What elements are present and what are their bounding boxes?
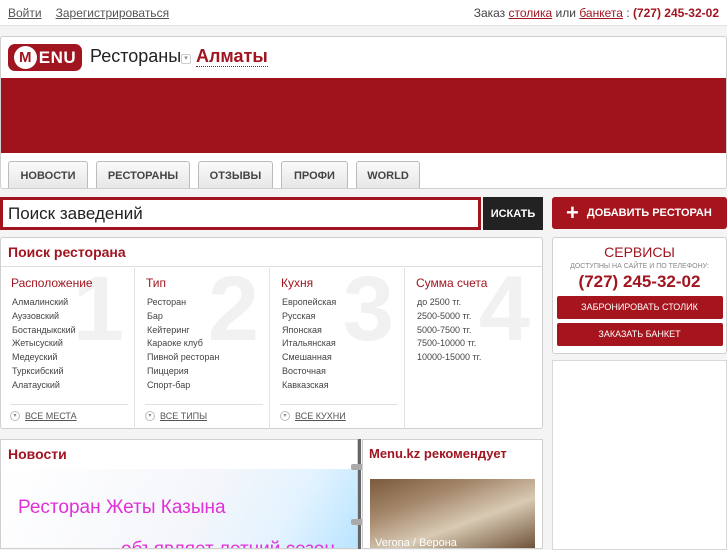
order-banquet-button[interactable]: ЗАКАЗАТЬ БАНКЕТ [556, 323, 723, 346]
topbar-phone: (727) 245-32-02 [632, 6, 719, 20]
list-item[interactable]: Японская [282, 324, 336, 338]
all-link-label: ВСЕ МЕСТА [25, 411, 77, 421]
list-item[interactable]: Русская [282, 310, 336, 324]
search-input[interactable]: Поиск заведений [0, 197, 481, 230]
list-item[interactable]: Кавказская [282, 379, 336, 393]
all-types-link[interactable]: ▾ ВСЕ ТИПЫ [145, 404, 263, 421]
order-colon: : [626, 6, 630, 20]
filter-location: 1 Расположение Алмалинский Ауэзовский Бо… [1, 268, 135, 429]
list-item[interactable]: Ресторан [147, 296, 219, 310]
main-nav-tabs: НОВОСТИ РЕСТОРАНЫ ОТЗЫВЫ ПРОФИ WORLD [8, 161, 420, 188]
city-selector[interactable]: Алматы [196, 46, 268, 67]
list-item[interactable]: Караоке клуб [147, 337, 219, 351]
list-item[interactable]: Бостандыкский [12, 324, 76, 338]
recommend-panel: Menu.kz рекомендует Verona / Верона [362, 439, 543, 549]
list-item[interactable]: Алмалинский [12, 296, 76, 310]
column-title: Кухня [281, 276, 314, 290]
order-text: Заказ [473, 6, 506, 20]
tab-news[interactable]: НОВОСТИ [8, 161, 88, 188]
add-restaurant-label: ДОБАВИТЬ РЕСТОРАН [586, 207, 712, 219]
slider-handle[interactable] [358, 439, 361, 549]
page-title: Рестораны [90, 46, 182, 66]
list-item[interactable]: Спорт-бар [147, 379, 219, 393]
chevron-down-icon[interactable]: ▾ [181, 54, 191, 64]
all-link-label: ВСЕ КУХНИ [295, 411, 346, 421]
news-image[interactable]: Ресторан Жеты Казына объявляет летний се… [1, 469, 357, 548]
plus-icon: + [566, 200, 579, 225]
order-table-link[interactable]: столика [509, 6, 553, 20]
tab-restaurants[interactable]: РЕСТОРАНЫ [96, 161, 190, 188]
top-bar: Войти Зарегистрироваться Заказ столика и… [0, 0, 727, 26]
recommend-title: Menu.kz рекомендует [369, 446, 507, 461]
list-item[interactable]: Жетысуский [12, 337, 76, 351]
all-link-label: ВСЕ ТИПЫ [160, 411, 208, 421]
list-item[interactable]: до 2500 тг. [417, 296, 481, 310]
search-button[interactable]: ИСКАТЬ [483, 197, 543, 230]
news-panel: Новости Ресторан Жеты Казына объявляет л… [0, 439, 358, 549]
services-subtitle: ДОСТУПНЫ НА САЙТЕ И ПО ТЕЛЕФОНУ: [570, 263, 709, 270]
list-item[interactable]: Бар [147, 310, 219, 324]
tab-profi[interactable]: ПРОФИ [281, 161, 348, 188]
column-number: 3 [342, 268, 394, 360]
tab-world[interactable]: WORLD [356, 161, 420, 188]
column-title: Расположение [11, 276, 93, 290]
news-caption: Ресторан Жеты Казына [18, 497, 226, 518]
photo-caption: Verona / Верона [375, 537, 457, 549]
divider [1, 266, 542, 267]
site-header: M ENU Рестораны ▾ Алматы НОВОСТИ РЕСТОРА… [0, 36, 727, 189]
list-item[interactable]: Кейтеринг [147, 324, 219, 338]
news-caption-line2: объявляет летний сезон [121, 539, 335, 548]
services-phone: (727) 245-32-02 [578, 272, 701, 291]
login-link[interactable]: Войти [8, 6, 42, 20]
list-item[interactable]: 5000-7500 тг. [417, 324, 481, 338]
news-title: Новости [8, 446, 67, 462]
list-item[interactable]: Ауэзовский [12, 310, 76, 324]
list-item[interactable]: Пиццерия [147, 365, 219, 379]
chevron-down-icon: ▾ [280, 411, 290, 421]
list-item[interactable]: Алатауский [12, 379, 76, 393]
ad-placeholder [552, 360, 727, 550]
all-places-link[interactable]: ▾ ВСЕ МЕСТА [10, 404, 128, 421]
filter-cuisine: 3 Кухня Европейская Русская Японская Ита… [271, 268, 405, 429]
list-item[interactable]: Медеуский [12, 351, 76, 365]
book-table-button[interactable]: ЗАБРОНИРОВАТЬ СТОЛИК [556, 296, 723, 319]
finder-title: Поиск ресторана [8, 244, 126, 260]
list-item[interactable]: Турксибский [12, 365, 76, 379]
register-link[interactable]: Зарегистрироваться [56, 6, 169, 20]
chevron-down-icon: ▾ [10, 411, 20, 421]
list-item[interactable]: 10000-15000 тг. [417, 351, 481, 365]
filter-type: 2 Тип Ресторан Бар Кейтеринг Караоке клу… [136, 268, 270, 429]
logo-letter: M [13, 46, 37, 69]
list-item[interactable]: 7500-10000 тг. [417, 337, 481, 351]
services-title: СЕРВИСЫ [604, 244, 675, 260]
order-banquet-link[interactable]: банкета [579, 6, 623, 20]
menu-logo[interactable]: M ENU [8, 44, 82, 71]
list-item[interactable]: Итальянская [282, 337, 336, 351]
list-item[interactable]: Смешанная [282, 351, 336, 365]
list-item[interactable]: Восточная [282, 365, 336, 379]
column-title: Сумма счета [416, 276, 488, 290]
list-item[interactable]: 2500-5000 тг. [417, 310, 481, 324]
filter-bill: 4 Сумма счета до 2500 тг. 2500-5000 тг. … [406, 268, 540, 429]
header-banner [1, 78, 726, 153]
services-panel: СЕРВИСЫ ДОСТУПНЫ НА САЙТЕ И ПО ТЕЛЕФОНУ:… [552, 237, 727, 354]
column-title: Тип [146, 276, 167, 290]
logo-text: ENU [38, 47, 77, 67]
chevron-down-icon: ▾ [145, 411, 155, 421]
order-info: Заказ столика или банкета : (727) 245-32… [474, 6, 719, 20]
order-or: или [555, 6, 576, 20]
list-item[interactable]: Пивной ресторан [147, 351, 219, 365]
add-restaurant-button[interactable]: + ДОБАВИТЬ РЕСТОРАН [552, 197, 727, 229]
tab-reviews[interactable]: ОТЗЫВЫ [198, 161, 273, 188]
restaurant-finder: Поиск ресторана 1 Расположение Алмалинск… [0, 237, 543, 429]
list-item[interactable]: Европейская [282, 296, 336, 310]
search-bar: Поиск заведений ИСКАТЬ [0, 197, 543, 231]
all-cuisines-link[interactable]: ▾ ВСЕ КУХНИ [280, 404, 398, 421]
